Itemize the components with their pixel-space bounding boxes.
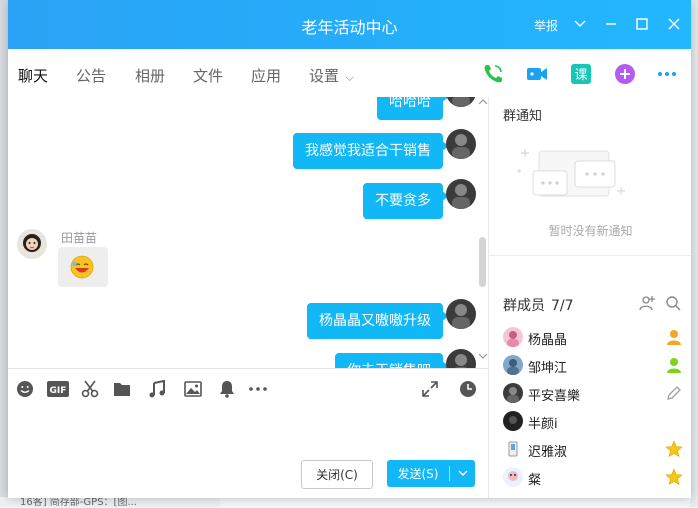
avatar (503, 383, 523, 403)
background-window-bottom: 16客] 简存部-GPS：[图... (0, 497, 220, 508)
avatar[interactable] (446, 179, 476, 209)
chevron-down-icon[interactable] (569, 13, 591, 35)
outgoing-message[interactable]: 杨晶晶又嗷嗷升级 (307, 303, 449, 339)
star-icon (665, 468, 683, 486)
admin-icon (667, 358, 681, 373)
laughing-emoji-icon (70, 255, 94, 279)
star-icon (665, 440, 683, 458)
avatar (503, 355, 523, 375)
chevron-down-icon[interactable] (478, 352, 488, 363)
chat-scrollbar-track[interactable] (479, 97, 486, 368)
report-link[interactable]: 举报 (534, 17, 558, 34)
folder-icon[interactable] (113, 380, 131, 398)
chevron-down-icon: ⌵ (345, 70, 355, 84)
tab-settings[interactable]: 设置 ⌵ (309, 65, 354, 86)
tab-chat[interactable]: 聊天 (15, 65, 51, 101)
search-icon[interactable] (665, 295, 681, 311)
add-app-icon[interactable] (613, 62, 637, 86)
member-name: 粲 (528, 473, 542, 488)
edit-icon[interactable] (665, 384, 683, 402)
member-name: 平安喜樂 (528, 389, 581, 404)
member-item[interactable]: 迟雅淑 (503, 439, 685, 461)
incoming-message[interactable] (58, 247, 108, 287)
class-icon[interactable]: 课 (569, 62, 593, 86)
members-title: 群成员 7/7 (503, 295, 574, 315)
title-bar: 老年活动中心 举报 (8, 0, 691, 49)
tab-apps[interactable]: 应用 (251, 65, 281, 86)
group-sidebar: 群通知 暂时没有新通知 群成员 7/7 杨晶晶 邹坤江 平安喜樂 半颜i 迟雅淑… (488, 97, 691, 498)
video-icon[interactable] (525, 62, 549, 86)
history-clock-icon[interactable] (459, 380, 477, 398)
phone-icon[interactable] (481, 62, 505, 86)
add-member-icon[interactable] (639, 295, 655, 311)
input-toolbar: GIF (8, 368, 488, 407)
minimize-icon[interactable] (600, 13, 622, 35)
members-count: 7/7 (551, 298, 574, 314)
member-name: 杨晶晶 (528, 333, 568, 348)
close-button[interactable]: 关闭(C) (301, 460, 373, 489)
group-notice-title: 群通知 (503, 109, 543, 124)
tab-settings-label: 设置 (309, 67, 340, 85)
avatar (503, 327, 523, 347)
member-item[interactable]: 平安喜樂 (503, 383, 685, 405)
class-icon-label: 课 (574, 68, 587, 83)
more-icon[interactable] (655, 62, 679, 86)
avatar[interactable] (446, 129, 476, 159)
outgoing-message[interactable]: 你去干销售吧 (335, 353, 449, 368)
avatar[interactable] (446, 299, 476, 329)
chat-message-area[interactable]: 哈哈哈 我感觉我适合干销售 不要贪多 田苗苗 杨晶晶又嗷嗷升级 (8, 97, 488, 368)
avatar (503, 439, 523, 459)
image-icon[interactable] (184, 380, 202, 398)
send-button[interactable]: 发送(S) (387, 460, 475, 487)
close-icon[interactable] (663, 13, 685, 35)
member-item[interactable]: 粲 (503, 467, 685, 489)
maximize-icon[interactable] (631, 13, 653, 35)
emoji-icon[interactable] (16, 380, 34, 398)
scissors-icon[interactable] (81, 380, 99, 398)
outgoing-message[interactable]: 哈哈哈 (377, 97, 449, 120)
more-icon[interactable] (248, 380, 268, 398)
chevron-up-icon[interactable] (478, 98, 488, 109)
member-item[interactable]: 邹坤江 (503, 355, 685, 377)
sidebar-divider (489, 255, 691, 256)
avatar[interactable] (446, 97, 476, 107)
avatar[interactable] (446, 349, 476, 368)
send-button-label[interactable]: 发送(S) (387, 460, 449, 487)
chat-scrollbar-thumb[interactable] (479, 237, 486, 287)
outgoing-message[interactable]: 我感觉我适合干销售 (293, 133, 449, 169)
avatar (503, 467, 523, 487)
tab-album[interactable]: 相册 (135, 65, 165, 86)
background-window-right (690, 0, 698, 507)
member-item[interactable]: 杨晶晶 (503, 327, 685, 349)
gif-icon-label: GIF (50, 386, 67, 396)
avatar[interactable] (17, 229, 47, 259)
group-chat-window: 老年活动中心 举报 聊天 公告 相册 文件 应用 设置 ⌵ 课 哈哈哈 我感觉我… (8, 0, 691, 498)
member-name: 邹坤江 (528, 361, 568, 376)
member-name: 半颜i (528, 417, 558, 432)
owner-icon (667, 330, 681, 345)
expand-icon[interactable] (421, 380, 439, 398)
music-icon[interactable] (148, 380, 166, 398)
avatar (503, 411, 523, 431)
empty-notice-icon (517, 149, 625, 197)
notice-empty-text: 暂时没有新通知 (548, 224, 633, 238)
member-name: 迟雅淑 (528, 445, 568, 460)
tab-files[interactable]: 文件 (193, 65, 223, 86)
members-title-label: 群成员 (503, 298, 545, 314)
sender-name: 田苗苗 (61, 231, 98, 245)
bell-icon[interactable] (218, 380, 236, 398)
member-item[interactable]: 半颜i (503, 411, 685, 433)
tab-announcement[interactable]: 公告 (76, 65, 106, 86)
gif-icon[interactable]: GIF (47, 380, 69, 398)
chevron-down-icon[interactable] (450, 460, 475, 487)
background-window-left (0, 0, 8, 507)
outgoing-message[interactable]: 不要贪多 (363, 183, 449, 219)
